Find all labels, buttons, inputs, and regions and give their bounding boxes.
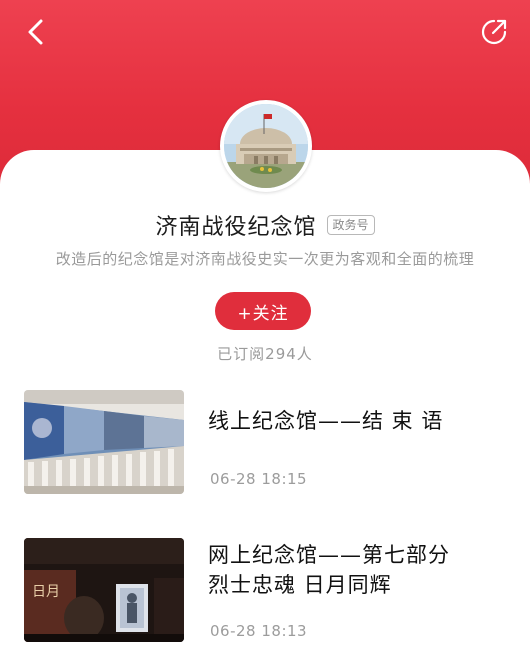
- article-thumbnail: 日月: [24, 538, 184, 642]
- share-arrow-icon: [481, 19, 507, 45]
- exhibition-hall-image: [24, 390, 184, 494]
- account-title-row: 济南战役纪念馆 政务号: [0, 208, 530, 242]
- account-type-badge: 政务号: [326, 215, 375, 235]
- subscriber-count: 已订阅294人: [217, 345, 313, 363]
- account-page: 济南战役纪念馆 政务号 改造后的纪念馆是对济南战役史实一次更为客观和全面的梳理 …: [0, 0, 530, 663]
- article-time: 06-28 18:15: [210, 470, 308, 488]
- article-time: 06-28 18:13: [210, 622, 308, 640]
- article-title-line-1: 网上纪念馆——第七部分: [208, 543, 450, 567]
- article-title: 网上纪念馆——第七部分 烈士忠魂 日月同辉: [208, 540, 508, 600]
- back-button[interactable]: [18, 14, 54, 50]
- article-title-line-2: 烈士忠魂 日月同辉: [208, 573, 392, 597]
- account-description: 改造后的纪念馆是对济南战役史实一次更为客观和全面的梳理: [55, 250, 475, 268]
- memorial-building-image: [224, 104, 308, 188]
- article-title: 线上纪念馆——结 束 语: [208, 409, 444, 433]
- chevron-left-icon: [28, 19, 43, 45]
- thumbnail-caption: 日月: [32, 584, 60, 600]
- follow-button[interactable]: +关注: [215, 292, 311, 330]
- article-thumbnail: [24, 390, 184, 494]
- exhibition-room-image: 日月: [24, 538, 184, 642]
- article-item[interactable]: 线上纪念馆——结 束 语 06-28 18:15: [0, 388, 530, 498]
- account-name: 济南战役纪念馆: [155, 215, 317, 240]
- avatar[interactable]: [220, 100, 312, 192]
- article-item[interactable]: 日月 网上纪念馆——第七部分 烈士忠魂 日月同辉 06-28 18:13: [0, 530, 530, 650]
- share-button[interactable]: [476, 14, 512, 50]
